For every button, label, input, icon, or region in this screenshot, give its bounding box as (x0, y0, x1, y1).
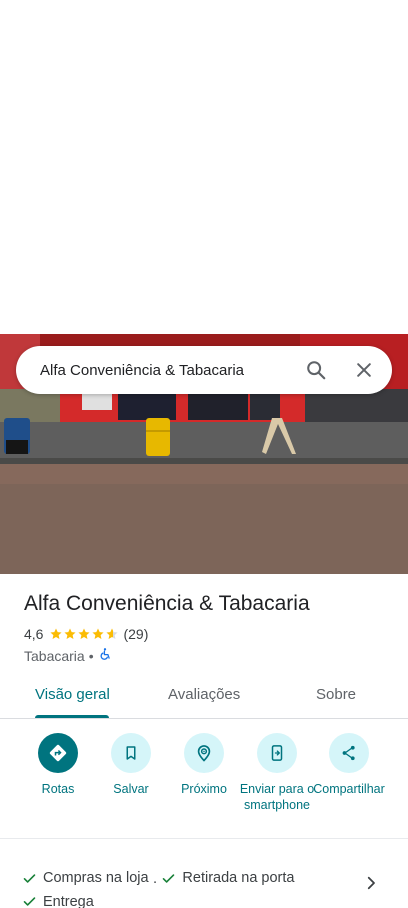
chevron-right-icon[interactable] (362, 874, 380, 897)
rating-stars (49, 627, 119, 641)
service-in-store: Compras na loja (22, 868, 149, 888)
search-icon[interactable] (292, 346, 340, 394)
category-label: Tabacaria (24, 647, 85, 664)
active-tab-indicator (35, 715, 109, 718)
share-icon (329, 733, 369, 773)
nearby-icon (184, 733, 224, 773)
save-button[interactable]: Salvar (93, 733, 169, 797)
service-label: Entrega (43, 893, 94, 908)
service-options[interactable]: Compras na loja · Retirada na porta Entr… (22, 868, 362, 908)
share-label: Compartilhar (313, 782, 385, 796)
close-icon[interactable] (340, 346, 388, 394)
place-details-sheet: Alfa Conveniência & Tabacaria 4,6 (29) T… (0, 574, 408, 908)
tab-bar: Visão geral Avaliações Sobre (0, 674, 408, 719)
send-to-phone-button[interactable]: Enviar para o smartphone (239, 733, 315, 813)
check-icon (163, 873, 175, 883)
directions-label: Rotas (41, 782, 75, 796)
send-to-phone-label: Enviar para o smartphone (239, 782, 315, 812)
service-label: Compras na loja (43, 870, 149, 886)
nearby-button[interactable]: Próximo (166, 733, 242, 797)
rating-row[interactable]: 4,6 (29) (24, 626, 148, 642)
star-icon (78, 628, 91, 639)
bookmark-icon (111, 733, 151, 773)
category-separator: • (88, 647, 94, 664)
directions-button[interactable]: Rotas (20, 733, 96, 797)
section-divider (0, 838, 408, 839)
rating-value: 4,6 (24, 626, 44, 642)
star-icon (50, 628, 63, 639)
send-to-phone-icon (257, 733, 297, 773)
service-separator: · (152, 873, 158, 890)
check-icon (23, 873, 36, 883)
category-row: Tabacaria • (24, 647, 112, 664)
wheelchair-accessible-icon (98, 647, 112, 664)
search-input[interactable]: Alfa Conveniência & Tabacaria (40, 362, 292, 379)
service-curbside: Retirada na porta (161, 868, 294, 888)
service-delivery: Entrega (22, 892, 94, 908)
star-icon (92, 628, 105, 639)
search-bar[interactable]: Alfa Conveniência & Tabacaria (16, 346, 392, 394)
tab-reviews[interactable]: Avaliações (168, 686, 240, 703)
map-area[interactable] (0, 0, 408, 334)
check-icon (23, 897, 36, 906)
nearby-label: Próximo (181, 782, 227, 796)
service-label: Retirada na porta (182, 870, 295, 886)
tab-about[interactable]: Sobre (316, 686, 356, 703)
action-buttons: Rotas Salvar Próximo Enviar para o smart… (0, 733, 408, 839)
directions-icon (38, 733, 78, 773)
place-title: Alfa Conveniência & Tabacaria (24, 592, 310, 615)
tab-overview[interactable]: Visão geral (35, 686, 110, 703)
save-label: Salvar (113, 782, 149, 796)
review-count[interactable]: (29) (123, 626, 148, 642)
star-icon (106, 628, 119, 639)
star-icon (64, 628, 77, 639)
share-button[interactable]: Compartilhar (311, 733, 387, 797)
